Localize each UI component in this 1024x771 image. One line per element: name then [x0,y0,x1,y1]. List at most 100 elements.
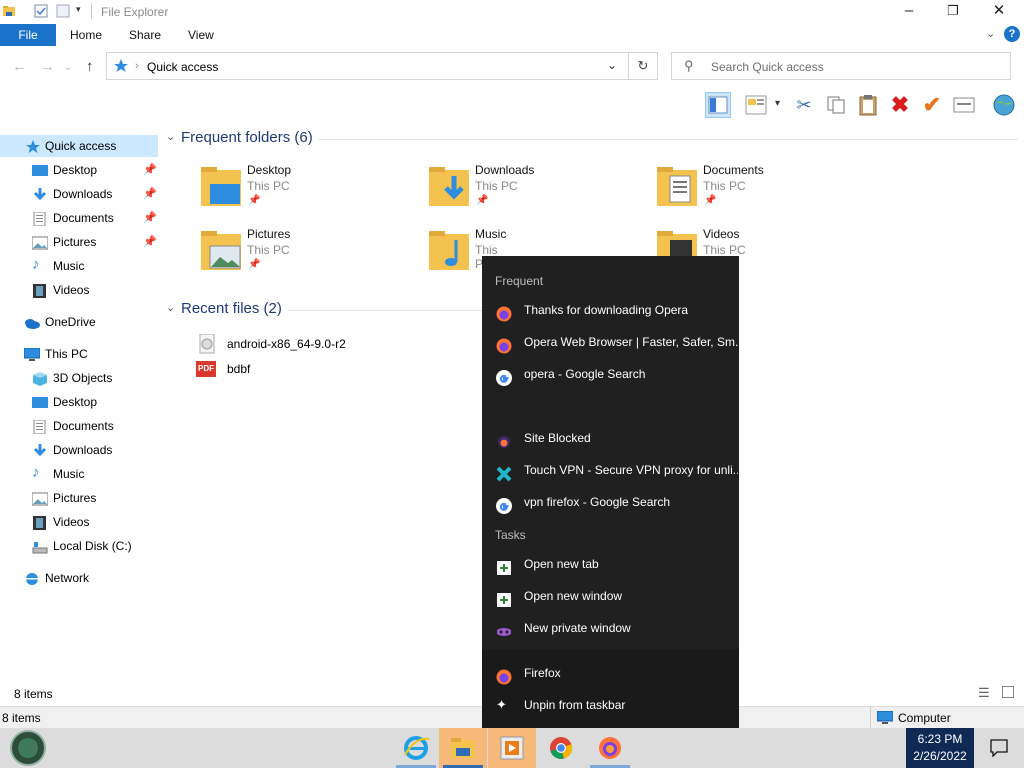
jumplist-task-private-window[interactable]: New private window [482,612,739,644]
nav-item-documents-pc[interactable]: Documents [0,415,158,437]
cloud-icon [23,315,40,329]
pin-icon[interactable]: 📌 [143,231,157,253]
firefox-private-icon [496,430,512,448]
globe-icon[interactable] [991,92,1017,118]
nav-label: Network [45,571,90,585]
taskbar-edge-ie[interactable] [392,728,440,768]
nav-item-downloads[interactable]: Downloads 📌 [0,183,158,205]
layout-icon[interactable] [743,92,769,118]
start-button[interactable] [2,728,52,768]
nav-item-videos[interactable]: Videos [0,279,158,301]
nav-this-pc[interactable]: This PC [0,343,158,365]
folder-name: Videos [703,227,740,241]
jumplist-item[interactable]: Touch VPN - Secure VPN proxy for unli... [482,454,739,486]
pin-icon[interactable]: 📌 [143,183,157,205]
paste-icon[interactable] [855,92,881,118]
breadcrumb[interactable]: Quick access [147,60,218,74]
taskbar-firefox[interactable] [586,728,634,768]
jumplist-label: Opera Web Browser | Faster, Safer, Sm... [524,335,738,349]
jumplist-task-new-tab[interactable]: Open new tab [482,548,739,580]
tab-file[interactable]: File [0,24,56,46]
forward-arrow-icon[interactable]: → [40,58,55,75]
nav-item-desktop-pc[interactable]: Desktop [0,391,158,413]
close-button[interactable]: ✕ [976,0,1022,24]
folder-tile-downloads[interactable]: Downloads This PC 📌 [426,160,646,212]
folder-tile-music[interactable]: Music This PC [426,224,506,276]
layout-dropdown-icon[interactable]: ▾ [775,98,780,109]
details-view-icon[interactable]: ☰ [978,685,990,701]
customize-qat-icon[interactable]: ▾ [76,4,81,15]
help-icon[interactable]: ? [1004,26,1020,42]
jumplist-item[interactable]: Site Blocked [482,422,739,454]
delete-icon[interactable]: ✖ [887,92,913,118]
nav-item-downloads-pc[interactable]: Downloads [0,439,158,461]
cut-icon[interactable]: ✂ [791,92,817,118]
folder-name: Desktop [247,163,292,177]
copy-icon[interactable] [823,92,849,118]
tab-share[interactable]: Share [129,28,161,42]
preview-pane-icon[interactable] [705,92,731,118]
select-icon[interactable] [951,92,977,118]
recent-locations-icon[interactable]: ⌄ [64,62,72,73]
recent-file-row[interactable]: PDF bdbf [194,359,480,379]
large-icons-view-icon[interactable] [1002,686,1014,698]
rename-icon[interactable]: ✔ [919,92,945,118]
folder-tile-videos[interactable]: Videos This PC [654,224,874,257]
recent-file-row[interactable]: android-x86_64-9.0-r2 [194,333,480,354]
jumplist-item[interactable]: vpn firefox - Google Search [482,486,739,518]
folder-tile-pictures[interactable]: Pictures This PC 📌 [198,224,418,276]
pin-icon[interactable]: 📌 [143,159,157,181]
new-folder-icon[interactable] [56,4,70,18]
folder-tile-desktop[interactable]: Desktop This PC 📌 [198,160,418,212]
jumplist-app-firefox[interactable]: Firefox [482,657,739,689]
nav-onedrive[interactable]: OneDrive [0,311,158,333]
picture-icon [31,235,49,250]
taskbar-chrome[interactable] [537,728,585,768]
jumplist-label: opera - Google Search [524,367,646,381]
chrome-icon [549,736,573,763]
jumplist-header-frequent: Frequent [495,274,544,288]
nav-item-music[interactable]: ♪ Music [0,255,158,277]
expand-ribbon-icon[interactable]: ⌄ [986,27,995,40]
nav-item-music-pc[interactable]: ♪ Music [0,463,158,485]
nav-item-pictures[interactable]: Pictures 📌 [0,231,158,253]
properties-icon[interactable] [34,4,48,18]
search-input[interactable]: ⚲ Search Quick access [671,52,1011,80]
folder-tile-documents[interactable]: Documents This PC 📌 [654,160,874,212]
taskbar-file-explorer[interactable] [439,728,487,768]
maximize-button[interactable]: ❐ [930,0,976,24]
tab-view[interactable]: View [188,28,214,42]
back-arrow-icon[interactable]: ← [12,58,27,75]
jumplist-item[interactable]: opera - Google Search [482,358,739,390]
taskbar-clock[interactable]: 6:23 PM 2/26/2022 [906,728,974,768]
film-icon [32,515,48,530]
jumplist-unpin[interactable]: ✦ Unpin from taskbar [482,689,739,721]
jumplist-item[interactable]: Opera Web Browser | Faster, Safer, Sm... [482,326,739,358]
refresh-icon[interactable]: ↻ [628,52,658,80]
pin-icon[interactable]: 📌 [143,207,157,229]
nav-item-pictures-pc[interactable]: Pictures [0,487,158,509]
jumplist-label: Open new tab [524,557,599,571]
address-bar[interactable]: › Quick access ⌄ [106,52,658,80]
nav-item-videos-pc[interactable]: Videos [0,511,158,533]
pdf-icon: PDF [196,361,216,377]
jumplist-task-new-window[interactable]: Open new window [482,580,739,612]
nav-item-desktop[interactable]: Desktop 📌 [0,159,158,181]
jumplist-item[interactable]: Thanks for downloading Opera [482,294,739,326]
nav-item-documents[interactable]: Documents 📌 [0,207,158,229]
nav-item-local-disk[interactable]: Local Disk (C:) [0,535,158,557]
address-dropdown-icon[interactable]: ⌄ [607,58,617,72]
unpin-icon: ✦ [496,697,507,712]
nav-network[interactable]: Network [0,567,158,589]
collapse-chevron-icon[interactable]: ⌄ [166,130,175,143]
action-center-button[interactable] [974,728,1024,768]
taskbar-media-app[interactable] [488,728,536,768]
nav-quick-access[interactable]: Quick access [0,135,158,157]
collapse-chevron-icon[interactable]: ⌄ [166,301,175,314]
computer-icon [876,710,894,728]
nav-item-3d-objects[interactable]: 3D Objects [0,367,158,389]
minimize-button[interactable]: – [886,0,932,24]
tab-home[interactable]: Home [70,28,102,42]
breadcrumb-chevron-icon[interactable]: › [135,53,139,79]
up-arrow-icon[interactable]: ↑ [86,58,94,75]
